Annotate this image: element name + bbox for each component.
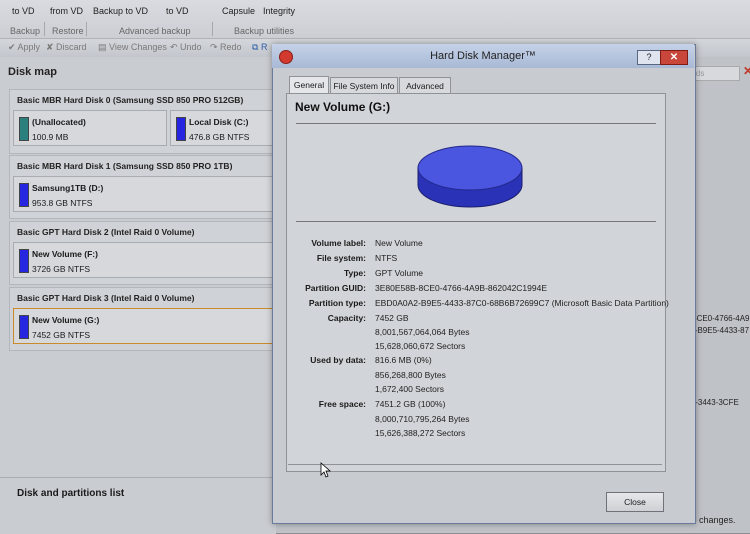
free-space-bytes: 8,000,710,795,264 Bytes xyxy=(375,414,470,424)
disk-title: Basic GPT Hard Disk 2 (Intel Raid 0 Volu… xyxy=(17,227,195,237)
free-space-sectors: 15,626,388,272 Sectors xyxy=(375,428,466,438)
help-button[interactable]: ? xyxy=(637,50,661,65)
discard-button[interactable]: ✘ Discard xyxy=(46,42,87,53)
partition-size: 3726 GB NTFS xyxy=(32,264,91,274)
to-vd-button[interactable]: to VD xyxy=(12,6,35,16)
file-system-value: NTFS xyxy=(375,253,398,263)
tab-file-system-info[interactable]: File System Info xyxy=(330,77,398,94)
partition-local-disk-c[interactable]: Local Disk (C:) 476.8 GB NTFS xyxy=(170,110,276,146)
partition-type-value: EBD0A0A2-B9E5-4433-87C0-68B6B72699C7 (Mi… xyxy=(375,298,669,308)
disk-title: Basic MBR Hard Disk 1 (Samsung SSD 850 P… xyxy=(17,161,233,171)
partition-name: New Volume (G:) xyxy=(32,315,100,325)
ribbon-separator xyxy=(86,22,87,36)
partition-name: New Volume (F:) xyxy=(32,249,98,259)
view-changes-button[interactable]: ▤ View Changes xyxy=(98,42,167,53)
partition-guid-label: Partition GUID: xyxy=(305,283,366,293)
partition-size: 476.8 GB NTFS xyxy=(189,132,250,142)
tab-general[interactable]: General xyxy=(289,76,329,94)
more-button[interactable]: ⧉ R xyxy=(252,42,267,53)
to-vd-2-button[interactable]: to VD xyxy=(166,6,189,16)
partition-color-bar xyxy=(19,249,29,273)
divider xyxy=(296,221,656,222)
apply-button[interactable]: ✔ Apply xyxy=(8,42,40,53)
disk-3[interactable]: Basic GPT Hard Disk 3 (Intel Raid 0 Volu… xyxy=(9,287,277,351)
partition-color-bar xyxy=(19,117,29,141)
volume-label-label: Volume label: xyxy=(311,238,366,248)
close-icon[interactable]: ✕ xyxy=(660,50,688,65)
more-label: R xyxy=(260,42,268,52)
divider xyxy=(296,123,656,124)
mouse-cursor-icon xyxy=(320,462,332,478)
discard-label: Discard xyxy=(56,42,87,52)
volume-title: New Volume (G:) xyxy=(295,100,391,114)
disk-1[interactable]: Basic MBR Hard Disk 1 (Samsung SSD 850 P… xyxy=(9,155,277,219)
apply-label: Apply xyxy=(17,42,41,52)
redo-label: Redo xyxy=(220,42,242,52)
disk-partitions-list-pane xyxy=(0,477,276,534)
capacity-label: Capacity: xyxy=(327,313,366,323)
divider xyxy=(288,464,662,465)
used-by-data-sectors: 1,672,400 Sectors xyxy=(375,384,444,394)
close-button[interactable]: Close xyxy=(606,492,664,512)
undo-label: Undo xyxy=(180,42,202,52)
backup-to-vd-button[interactable]: Backup to VD xyxy=(93,6,148,16)
volume-label-value: New Volume xyxy=(375,238,423,248)
capacity-value: 7452 GB xyxy=(375,313,409,323)
tab-advanced[interactable]: Advanced xyxy=(399,77,451,94)
partition-name: Local Disk (C:) xyxy=(189,117,249,127)
group-backup: Backup xyxy=(10,26,41,36)
disk-partitions-list-title: Disk and partitions list xyxy=(17,488,125,499)
partition-size: 7452 GB NTFS xyxy=(32,330,91,340)
type-value: GPT Volume xyxy=(375,268,424,278)
partition-new-volume-g[interactable]: New Volume (G:) 7452 GB NTFS xyxy=(13,308,276,344)
group-advanced-backup: Advanced backup xyxy=(119,26,191,36)
from-vd-button[interactable]: from VD xyxy=(50,6,83,16)
partition-name: (Unallocated) xyxy=(32,117,86,127)
view-changes-label: View Changes xyxy=(109,42,167,52)
ribbon-separator xyxy=(44,22,45,36)
partition-size: 953.8 GB NTFS xyxy=(32,198,93,208)
integrity-button[interactable]: Integrity xyxy=(263,6,295,16)
disk-volume-icon xyxy=(417,145,523,208)
disk-title: Basic GPT Hard Disk 3 (Intel Raid 0 Volu… xyxy=(17,293,195,303)
partition-name: Samsung1TB (D:) xyxy=(32,183,104,193)
type-label: Type: xyxy=(343,268,366,278)
disk-title: Basic MBR Hard Disk 0 (Samsung SSD 850 P… xyxy=(17,95,244,105)
disk-2[interactable]: Basic GPT Hard Disk 2 (Intel Raid 0 Volu… xyxy=(9,221,277,285)
capsule-button[interactable]: Capsule xyxy=(222,6,255,16)
dialog-title: Hard Disk Manager™ xyxy=(430,50,536,62)
free-space-value: 7451.2 GB (100%) xyxy=(375,399,446,409)
ribbon-separator xyxy=(212,22,213,36)
undo-button[interactable]: ↶ Undo xyxy=(170,42,202,53)
used-by-data-bytes: 856,268,800 Bytes xyxy=(375,370,446,380)
partition-type-label: Partition type: xyxy=(308,298,366,308)
disk-map-title: Disk map xyxy=(8,66,57,78)
partition-color-bar xyxy=(176,117,186,141)
file-system-label: File system: xyxy=(316,253,366,263)
free-space-label: Free space: xyxy=(318,399,366,409)
disk-0[interactable]: Basic MBR Hard Disk 0 (Samsung SSD 850 P… xyxy=(9,89,277,154)
partition-guid-value: 3E80E58B-8CE0-4766-4A9B-862042C1994E xyxy=(375,283,548,293)
partition-color-bar xyxy=(19,183,29,207)
clear-search-icon[interactable]: ✕ xyxy=(743,64,750,78)
used-by-data-value: 816.6 MB (0%) xyxy=(375,355,432,365)
partition-color-bar xyxy=(19,315,29,339)
used-by-data-label: Used by data: xyxy=(310,355,366,365)
capacity-sectors: 15,628,060,672 Sectors xyxy=(375,341,466,351)
capacity-bytes: 8,001,567,064,064 Bytes xyxy=(375,327,470,337)
group-backup-utilities: Backup utilities xyxy=(234,26,295,36)
partition-samsung1tb-d[interactable]: Samsung1TB (D:) 953.8 GB NTFS xyxy=(13,176,276,212)
partition-new-volume-f[interactable]: New Volume (F:) 3726 GB NTFS xyxy=(13,242,276,278)
partition-size: 100.9 MB xyxy=(32,132,69,142)
partition-unallocated[interactable]: (Unallocated) 100.9 MB xyxy=(13,110,167,146)
redo-button[interactable]: ↷ Redo xyxy=(210,42,242,53)
group-restore: Restore xyxy=(52,26,84,36)
